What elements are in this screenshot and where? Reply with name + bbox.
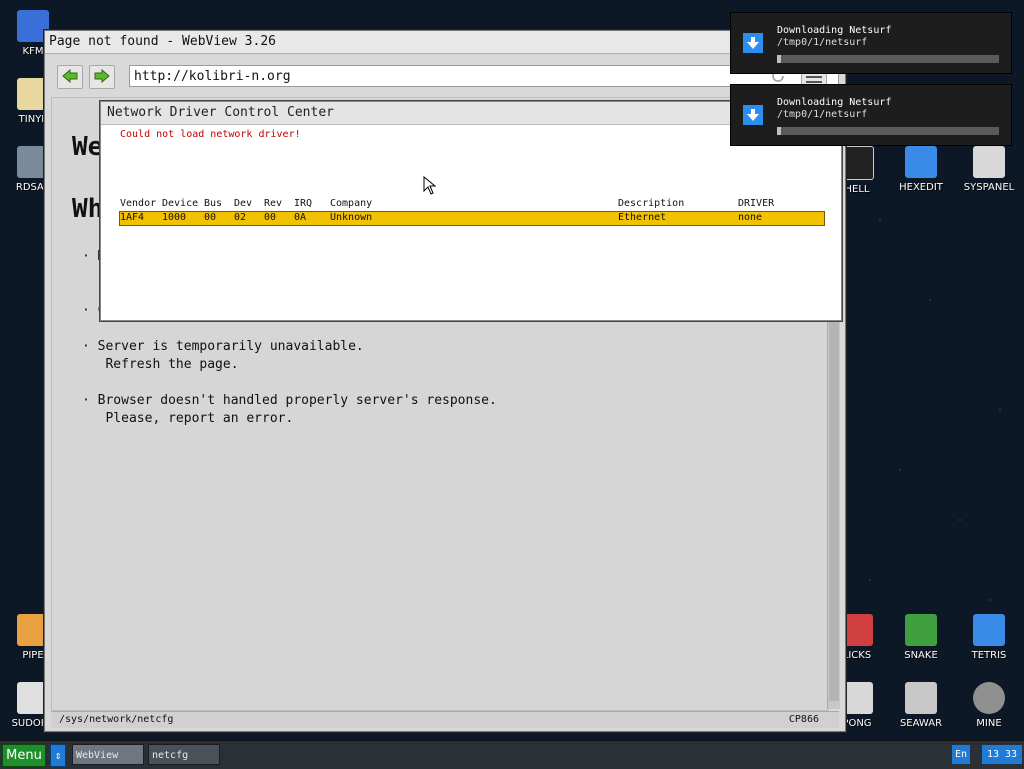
desktop-icon-syspanel[interactable]: SYSPANEL (958, 146, 1020, 193)
desktop-icon-mine[interactable]: MINE (958, 682, 1020, 729)
progress-fill (777, 127, 782, 135)
column-header-irq: IRQ (294, 198, 313, 209)
cell-irq: 0A (294, 212, 307, 223)
desktop-icon-label: SEAWAR (899, 718, 943, 729)
progress-bar (777, 55, 999, 63)
notification-path: /tmp0/1/netsurf (777, 109, 868, 120)
status-encoding[interactable]: CP866 (789, 712, 819, 728)
column-header-driver: DRIVER (738, 198, 775, 209)
snake-icon (905, 614, 937, 646)
download-notification[interactable]: Downloading Netsurf /tmp0/1/netsurf (730, 12, 1012, 74)
download-notification[interactable]: Downloading Netsurf /tmp0/1/netsurf (730, 84, 1012, 146)
notification-title: Downloading Netsurf (777, 25, 892, 36)
list-item: · Browser doesn't handled properly serve… (82, 393, 497, 426)
cell-vendor: 1AF4 (120, 212, 145, 223)
window-switch-icon[interactable]: ⇕ (50, 744, 66, 767)
status-path: /sys/network/netcfg (59, 714, 174, 725)
desktop-icon-tetris[interactable]: TETRIS (958, 614, 1020, 661)
desktop-icon-label: SNAKE (904, 650, 938, 661)
language-indicator[interactable]: En (952, 745, 970, 764)
list-item: · Server is temporarily unavailable. Ref… (82, 339, 364, 372)
download-icon (743, 33, 763, 53)
column-header-description: Description (618, 198, 685, 209)
progress-bar (777, 127, 999, 135)
desktop-icon-snake[interactable]: SNAKE (890, 614, 952, 661)
start-menu-button[interactable]: Menu (2, 744, 46, 767)
status-bar: /sys/network/netcfg CP866 (51, 711, 839, 728)
column-header-company: Company (330, 198, 373, 209)
download-icon (743, 105, 763, 125)
webview-title[interactable]: Page not found - WebView 3.26 (45, 31, 845, 54)
back-button[interactable] (57, 65, 83, 89)
cell-rev: 00 (264, 212, 277, 223)
column-header-device: Device (162, 198, 199, 209)
desktop-icon-hexedit[interactable]: HEXEDIT (890, 146, 952, 193)
progress-fill (777, 55, 782, 63)
sliders-icon (973, 146, 1005, 178)
desktop-icon-label: TETRIS (971, 650, 1007, 661)
clock[interactable]: 13 33 (982, 745, 1022, 764)
error-message: Could not load network driver! (120, 129, 301, 140)
notification-title: Downloading Netsurf (777, 97, 892, 108)
column-header-rev: Rev (264, 198, 283, 209)
column-header-dev: Dev (234, 198, 253, 209)
taskbar-item-webview[interactable]: WebView (72, 744, 144, 765)
hex-icon (905, 146, 937, 178)
tetris-icon (973, 614, 1005, 646)
cell-device: 1000 (162, 212, 187, 223)
arrow-left-icon (62, 69, 78, 83)
netcfg-body: Could not load network driver! Vendor De… (105, 125, 837, 316)
cell-company: Unknown (330, 212, 373, 223)
column-header-vendor: Vendor (120, 198, 157, 209)
cell-description: Ethernet (618, 212, 667, 223)
column-header-bus: Bus (204, 198, 223, 209)
table-row[interactable] (119, 211, 825, 226)
cell-dev: 02 (234, 212, 247, 223)
forward-button[interactable] (89, 65, 115, 89)
page-heading: We (72, 132, 104, 162)
desktop-icon-label: MINE (976, 718, 1002, 729)
desktop-icon-seawar[interactable]: SEAWAR (890, 682, 952, 729)
taskbar-item-netcfg[interactable]: netcfg (148, 744, 220, 765)
cell-driver: none (738, 212, 763, 223)
desktop-icon-label: SYSPANEL (963, 182, 1015, 193)
arrow-right-icon (94, 69, 110, 83)
desktop-icon-label: HEXEDIT (899, 182, 943, 193)
notification-path: /tmp0/1/netsurf (777, 37, 868, 48)
taskbar: Menu ⇕ WebView netcfg En 13 33 (0, 740, 1024, 769)
page-subheading: Wh (72, 194, 104, 224)
cell-bus: 00 (204, 212, 217, 223)
ship-icon (905, 682, 937, 714)
mine-icon (973, 682, 1005, 714)
mouse-cursor-icon (423, 176, 437, 195)
